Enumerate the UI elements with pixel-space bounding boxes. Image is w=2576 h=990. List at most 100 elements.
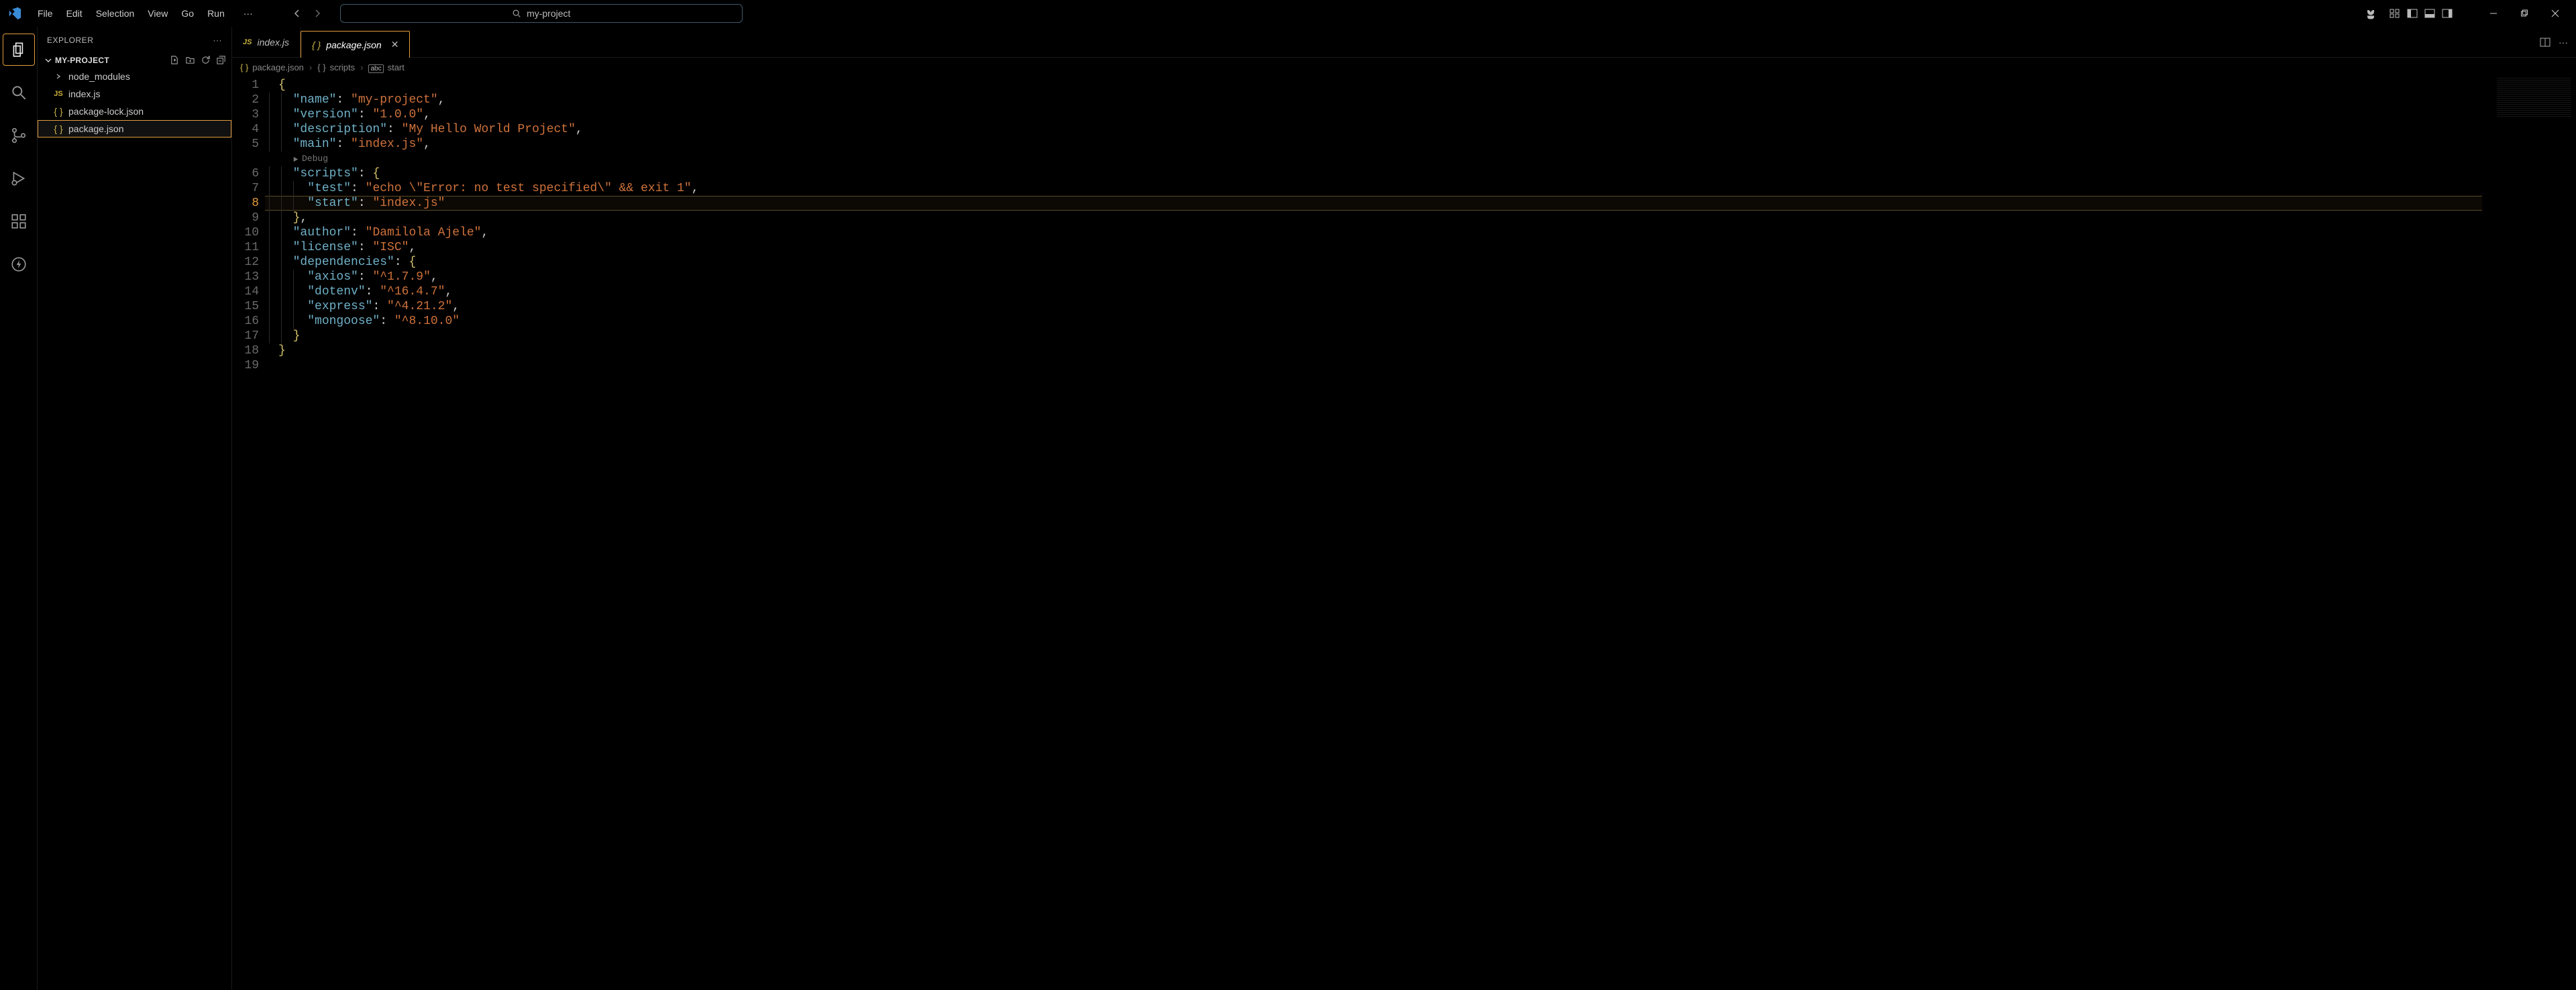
breadcrumb-segment[interactable]: abcstart xyxy=(368,62,404,72)
field-icon: abc xyxy=(368,62,383,72)
line-number-gutter: 12345 678910111213141516171819 xyxy=(232,76,266,373)
code-line[interactable]: "main": "index.js", xyxy=(269,137,2482,152)
activity-explorer-icon[interactable] xyxy=(3,34,35,66)
js-icon: JS xyxy=(52,90,64,98)
code-line[interactable]: { xyxy=(269,78,2482,93)
js-icon: JS xyxy=(243,38,252,46)
code-line[interactable]: "dependencies": { xyxy=(269,255,2482,270)
code-line[interactable]: "description": "My Hello World Project", xyxy=(269,122,2482,137)
command-center[interactable]: my-project xyxy=(340,4,743,23)
editor-more-button[interactable]: ··· xyxy=(2559,37,2568,48)
file-name: index.js xyxy=(68,89,100,99)
file-tree-item[interactable]: { } package.json xyxy=(38,120,231,138)
code-line[interactable]: "scripts": { xyxy=(269,166,2482,181)
menu-edit[interactable]: Edit xyxy=(60,5,89,21)
folder-name: MY-PROJECT xyxy=(55,56,109,65)
activity-run-debug-icon[interactable] xyxy=(3,162,35,195)
file-name: package.json xyxy=(68,123,124,134)
breadcrumb-segment[interactable]: { } package.json xyxy=(240,62,304,72)
json-icon: { } xyxy=(52,123,64,134)
code-line[interactable]: "axios": "^1.7.9", xyxy=(269,270,2482,284)
braces-icon: { } xyxy=(317,62,325,72)
nav-arrows xyxy=(292,8,323,19)
code-editor[interactable]: 12345 678910111213141516171819 { "name":… xyxy=(232,76,2576,990)
code-line[interactable]: "mongoose": "^8.10.0" xyxy=(269,314,2482,329)
editor-tab[interactable]: { } package.json ✕ xyxy=(301,31,411,58)
folder-icon xyxy=(52,72,64,80)
nav-forward-button[interactable] xyxy=(312,8,323,19)
menu-go[interactable]: Go xyxy=(174,5,201,21)
code-line[interactable]: "test": "echo \"Error: no test specified… xyxy=(269,181,2482,196)
activity-extensions-icon[interactable] xyxy=(3,205,35,237)
breadcrumb-segment[interactable]: { } scripts xyxy=(317,62,355,72)
json-icon: { } xyxy=(240,62,248,72)
file-name: node_modules xyxy=(68,71,130,82)
toggle-primary-sidebar-icon[interactable] xyxy=(2407,8,2418,19)
menu-file[interactable]: File xyxy=(31,5,60,21)
collapse-all-icon[interactable] xyxy=(216,55,226,65)
minimize-button[interactable] xyxy=(2478,0,2509,27)
chevron-down-icon xyxy=(44,56,52,64)
workbench: EXPLORER ··· MY-PROJECT node_modules JS in… xyxy=(0,27,2576,990)
activity-search-icon[interactable] xyxy=(3,76,35,109)
minimap[interactable] xyxy=(2497,78,2571,118)
new-file-icon[interactable] xyxy=(170,55,180,65)
code-line[interactable]: } xyxy=(269,329,2482,343)
code-line[interactable]: "express": "^4.21.2", xyxy=(269,299,2482,314)
toggle-panel-icon[interactable] xyxy=(2424,8,2435,19)
explorer-sidebar: EXPLORER ··· MY-PROJECT node_modules JS in… xyxy=(38,27,232,990)
file-tree-item[interactable]: node_modules xyxy=(38,68,231,85)
file-tree: node_modules JS index.js { } package-lock.js… xyxy=(38,66,231,139)
editor-tab[interactable]: JS index.js xyxy=(232,27,301,57)
split-editor-icon[interactable] xyxy=(2540,37,2551,48)
command-center-text: my-project xyxy=(527,8,570,19)
menu-bar: FileEditSelectionViewGoRun xyxy=(31,5,231,21)
titlebar: FileEditSelectionViewGoRun ··· my-projec… xyxy=(0,0,2576,27)
layout-controls xyxy=(2390,8,2453,19)
menu-run[interactable]: Run xyxy=(201,5,231,21)
editor-tabs: JS index.js { } package.json ✕ ··· xyxy=(232,27,2576,58)
codelens-debug[interactable]: Debug xyxy=(269,152,2482,166)
menu-selection[interactable]: Selection xyxy=(89,5,142,21)
file-name: package-lock.json xyxy=(68,106,144,117)
code-line[interactable]: "name": "my-project", xyxy=(269,93,2482,107)
code-line[interactable]: "start": "index.js" xyxy=(269,196,2482,211)
breadcrumb-label: scripts xyxy=(330,62,356,72)
customize-layout-icon[interactable] xyxy=(2390,8,2400,19)
explorer-title: EXPLORER xyxy=(47,36,93,45)
code-line[interactable]: } xyxy=(269,343,2482,358)
json-icon: { } xyxy=(312,40,321,50)
breadcrumbs[interactable]: { }package.json›{ }scripts›abcstart xyxy=(232,58,2576,76)
copilot-icon[interactable] xyxy=(2364,7,2377,20)
code-line[interactable]: }, xyxy=(269,211,2482,225)
tab-label: package.json xyxy=(326,40,382,50)
file-tree-item[interactable]: { } package-lock.json xyxy=(38,103,231,120)
code-line[interactable] xyxy=(269,358,2482,373)
refresh-icon[interactable] xyxy=(201,55,211,65)
new-folder-icon[interactable] xyxy=(185,55,195,65)
code-line[interactable]: "license": "ISC", xyxy=(269,240,2482,255)
explorer-more-button[interactable]: ··· xyxy=(213,36,223,45)
maximize-button[interactable] xyxy=(2509,0,2540,27)
code-line[interactable]: "author": "Damilola Ajele", xyxy=(269,225,2482,240)
search-icon xyxy=(512,9,521,18)
breadcrumb-label: package.json xyxy=(252,62,304,72)
code-line[interactable]: "version": "1.0.0", xyxy=(269,107,2482,122)
window-controls xyxy=(2478,0,2571,27)
close-window-button[interactable] xyxy=(2540,0,2571,27)
close-tab-button[interactable]: ✕ xyxy=(391,39,399,50)
folder-header[interactable]: MY-PROJECT xyxy=(38,54,231,66)
code-line[interactable]: "dotenv": "^16.4.7", xyxy=(269,284,2482,299)
toggle-secondary-sidebar-icon[interactable] xyxy=(2442,8,2453,19)
tab-label: index.js xyxy=(257,37,288,48)
file-tree-item[interactable]: JS index.js xyxy=(38,85,231,103)
nav-back-button[interactable] xyxy=(292,8,303,19)
vscode-logo-icon xyxy=(5,4,24,23)
activity-source-control-icon[interactable] xyxy=(3,119,35,152)
activity-bar xyxy=(0,27,38,990)
editor-area: JS index.js { } package.json ✕ ··· { } packag… xyxy=(232,27,2576,990)
activity-thunder-icon[interactable] xyxy=(3,248,35,280)
menu-overflow-button[interactable]: ··· xyxy=(237,5,260,21)
json-icon: { } xyxy=(52,106,64,117)
menu-view[interactable]: View xyxy=(141,5,174,21)
